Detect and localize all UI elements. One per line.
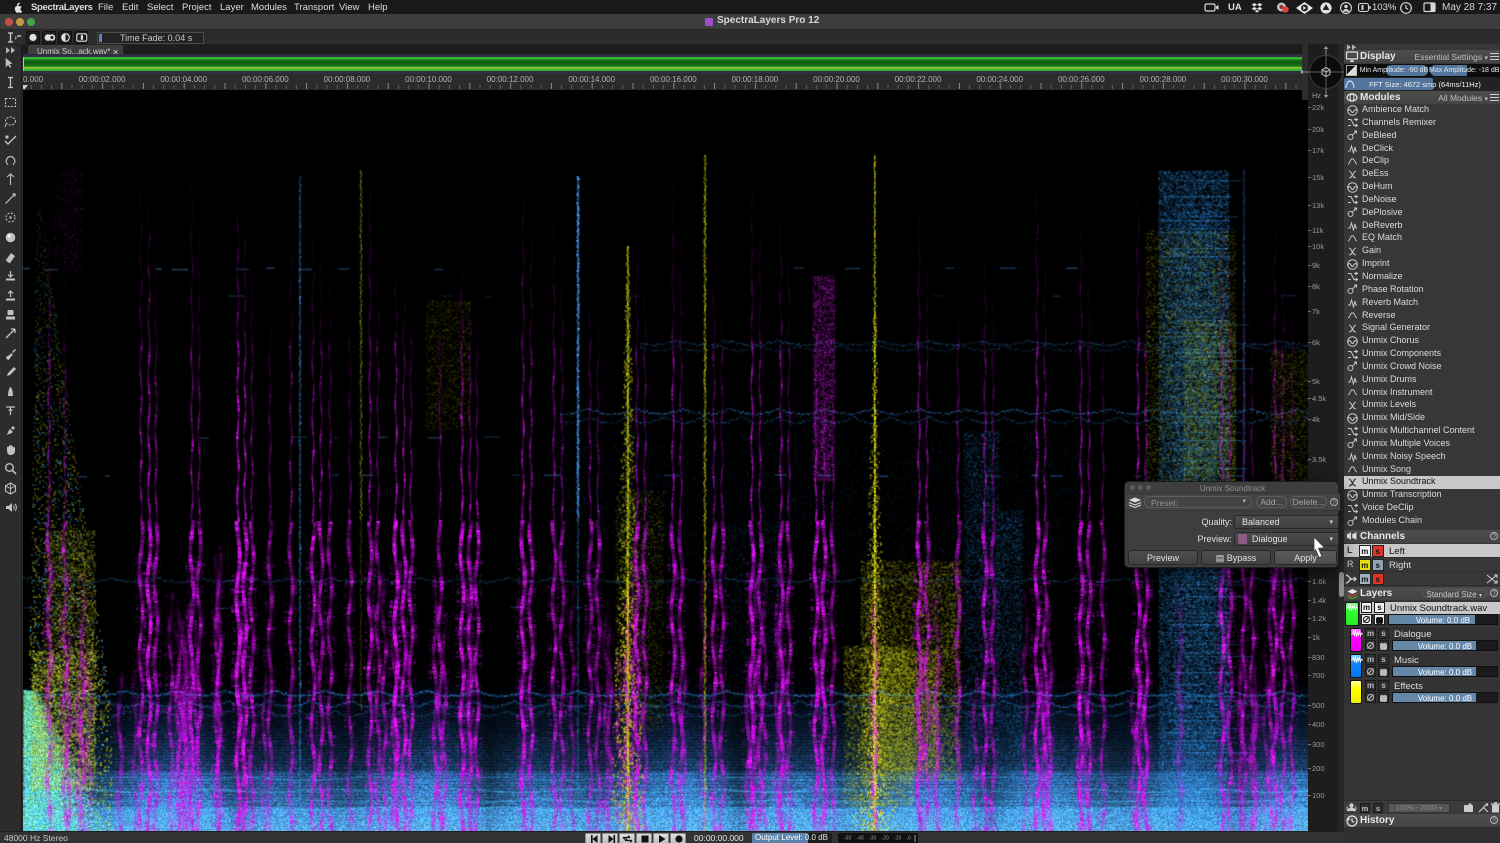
svg-text:-0: -0 — [907, 835, 912, 841]
svg-text:-30: -30 — [869, 835, 876, 841]
svg-text:-20: -20 — [882, 835, 889, 841]
svg-text:-10: -10 — [894, 835, 901, 841]
svg-text:-40: -40 — [857, 835, 864, 841]
svg-text:-50: -50 — [844, 835, 851, 841]
